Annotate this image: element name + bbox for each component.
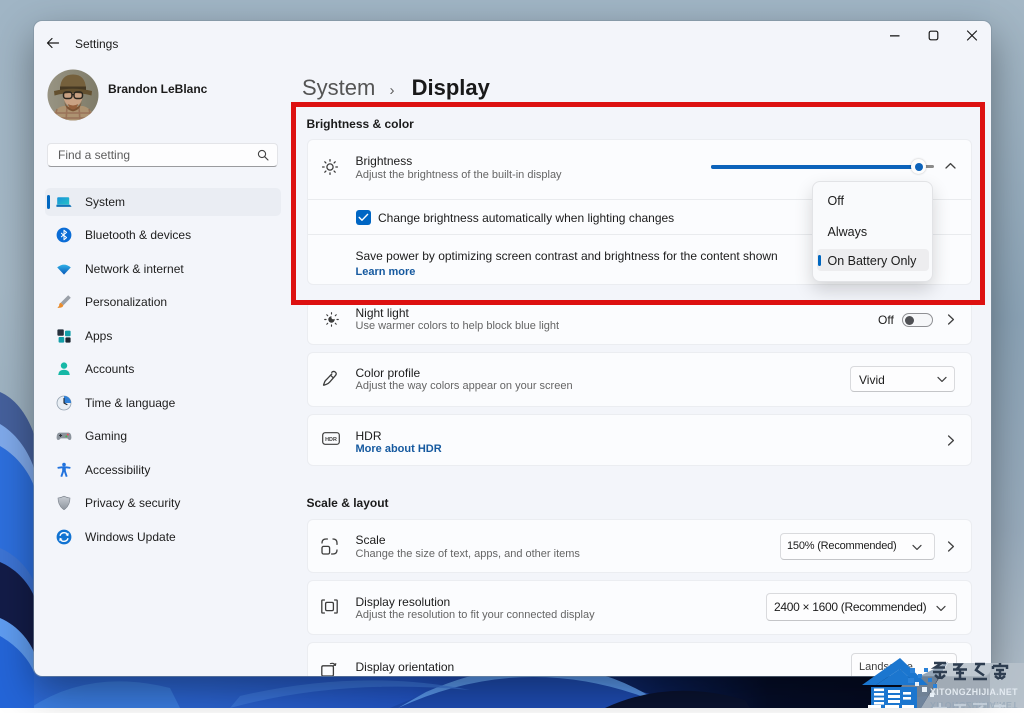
svg-text:HDR: HDR [325, 437, 337, 443]
svg-text:XITONGZHIJIA.NET: XITONGZHIJIA.NET [930, 687, 1018, 697]
